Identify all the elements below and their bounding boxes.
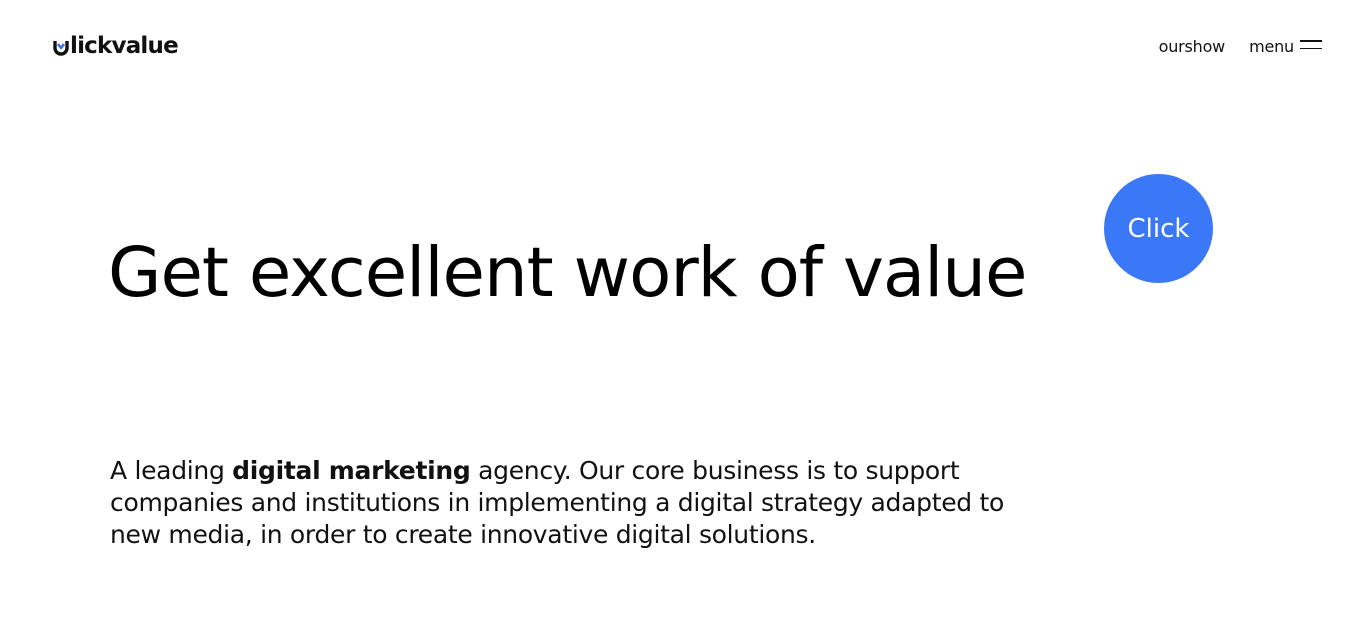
page: lickvalue ourshow menu Get excellent wor…: [0, 0, 1366, 635]
nav-ourshow-link[interactable]: ourshow: [1159, 37, 1226, 56]
logo-link[interactable]: lickvalue: [53, 30, 179, 62]
hero-title: Get excellent work of value: [108, 233, 1027, 313]
click-cursor-button[interactable]: Click: [1104, 174, 1213, 283]
cv-logo-mark-icon: [53, 41, 69, 56]
hamburger-icon: [1300, 40, 1322, 49]
hamburger-line-top: [1300, 40, 1322, 42]
menu-button[interactable]: menu: [1249, 37, 1322, 56]
description-highlight: digital marketing: [232, 456, 471, 485]
menu-label: menu: [1249, 37, 1294, 56]
top-nav: ourshow menu: [1159, 37, 1322, 56]
hero-description: A leading digital marketing agency. Our …: [110, 455, 1010, 551]
hamburger-line-bottom: [1300, 47, 1322, 49]
description-part-1: A leading: [110, 456, 233, 485]
logo-text: lickvalue: [70, 32, 179, 59]
